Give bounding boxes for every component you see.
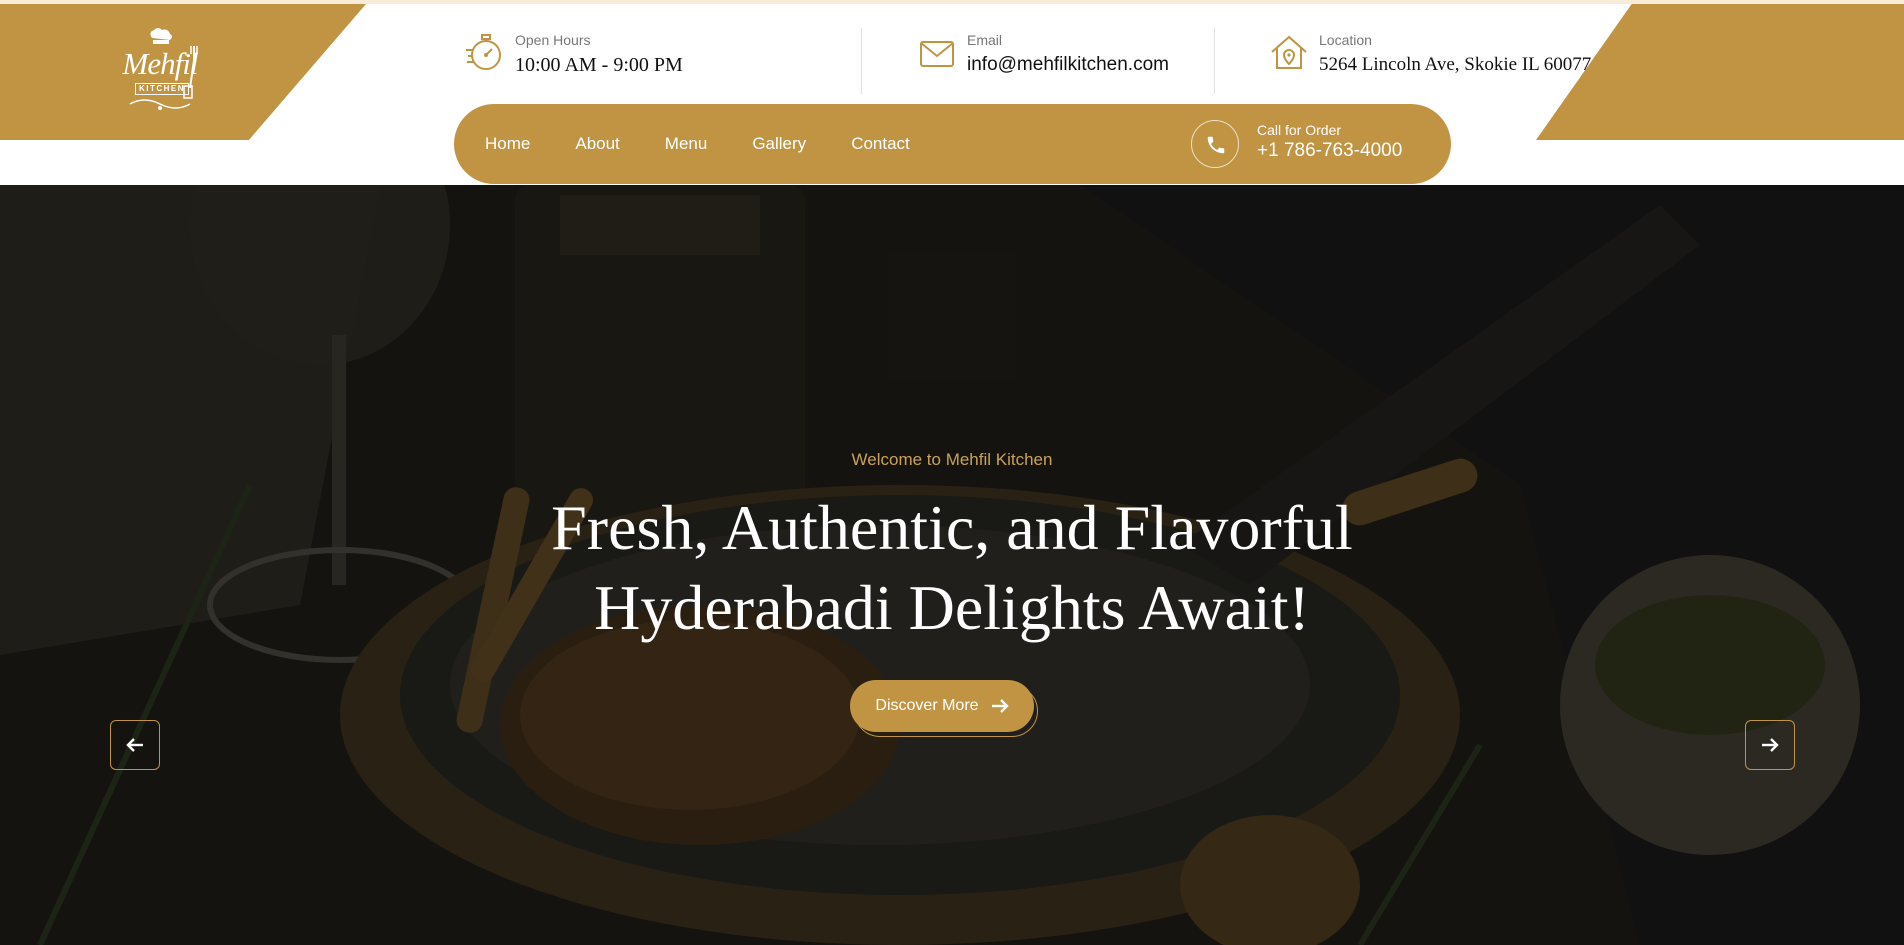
- nav-links: Home About Menu Gallery Contact: [485, 104, 955, 184]
- discover-more-wrapper: Discover More: [850, 680, 1038, 737]
- envelope-icon: [920, 41, 954, 67]
- email-label: Email: [967, 32, 1003, 48]
- location-label: Location: [1319, 32, 1372, 48]
- discover-more-label: Discover More: [875, 697, 979, 714]
- header-divider: [1214, 28, 1215, 94]
- site-header: Mehfil KITCHEN Open Hours 10:00 AM - 9:0…: [0, 0, 1904, 185]
- arrow-left-icon: [126, 738, 143, 752]
- phone-icon: [1207, 136, 1225, 154]
- hero-headline: Fresh, Authentic, and Flavorful Hyderaba…: [452, 488, 1452, 648]
- call-number[interactable]: +1 786-763-4000: [1257, 140, 1402, 162]
- hero-slider: Welcome to Mehfil Kitchen Fresh, Authent…: [0, 185, 1904, 945]
- stopwatch-icon: [466, 34, 501, 70]
- hero-headline-line-2: Hyderabadi Delights Await!: [594, 572, 1310, 643]
- open-hours-label: Open Hours: [515, 32, 591, 48]
- top-accent-line: [0, 0, 1904, 4]
- nav-about[interactable]: About: [575, 134, 619, 154]
- location-value: 5264 Lincoln Ave, Skokie IL 60077: [1319, 54, 1592, 75]
- nav-contact[interactable]: Contact: [851, 134, 910, 154]
- header-divider: [861, 28, 862, 94]
- home-location-icon: [1271, 35, 1307, 69]
- discover-more-button[interactable]: Discover More: [850, 680, 1034, 732]
- nav-home[interactable]: Home: [485, 134, 530, 154]
- arrow-right-icon: [991, 699, 1009, 713]
- open-hours-value: 10:00 AM - 9:00 PM: [515, 54, 683, 76]
- arrow-right-icon: [1762, 738, 1779, 752]
- slider-prev-button[interactable]: [110, 720, 160, 770]
- call-label: Call for Order: [1257, 122, 1342, 138]
- nav-gallery[interactable]: Gallery: [752, 134, 806, 154]
- hero-tagline: Welcome to Mehfil Kitchen: [851, 450, 1053, 469]
- nav-menu[interactable]: Menu: [665, 134, 708, 154]
- phone-button[interactable]: [1191, 120, 1239, 168]
- hero-headline-line-1: Fresh, Authentic, and Flavorful: [551, 492, 1353, 563]
- brand-logo[interactable]: Mehfil KITCHEN: [108, 28, 212, 116]
- slider-next-button[interactable]: [1745, 720, 1795, 770]
- logo-subtext: KITCHEN: [135, 83, 189, 95]
- call-for-order[interactable]: Call for Order +1 786-763-4000: [1191, 118, 1431, 170]
- main-navbar: Home About Menu Gallery Contact Call for…: [454, 104, 1451, 184]
- email-link[interactable]: info@mehfilkitchen.com: [967, 54, 1169, 76]
- logo-text: Mehfil: [122, 46, 199, 81]
